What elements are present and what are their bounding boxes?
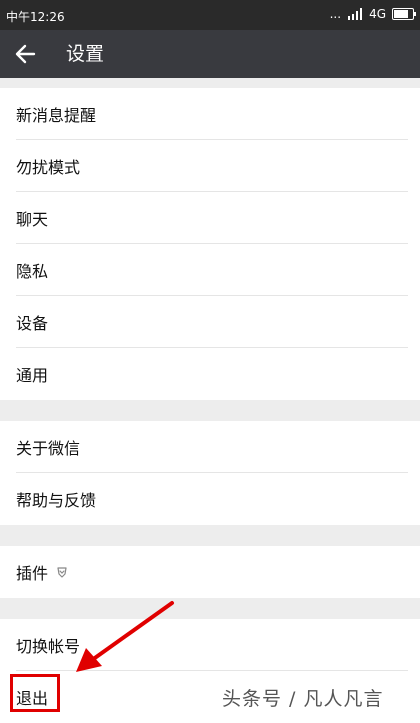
watermark-text: 头条号 / 凡人凡言 bbox=[222, 688, 384, 710]
red-arrow-icon bbox=[76, 601, 174, 672]
